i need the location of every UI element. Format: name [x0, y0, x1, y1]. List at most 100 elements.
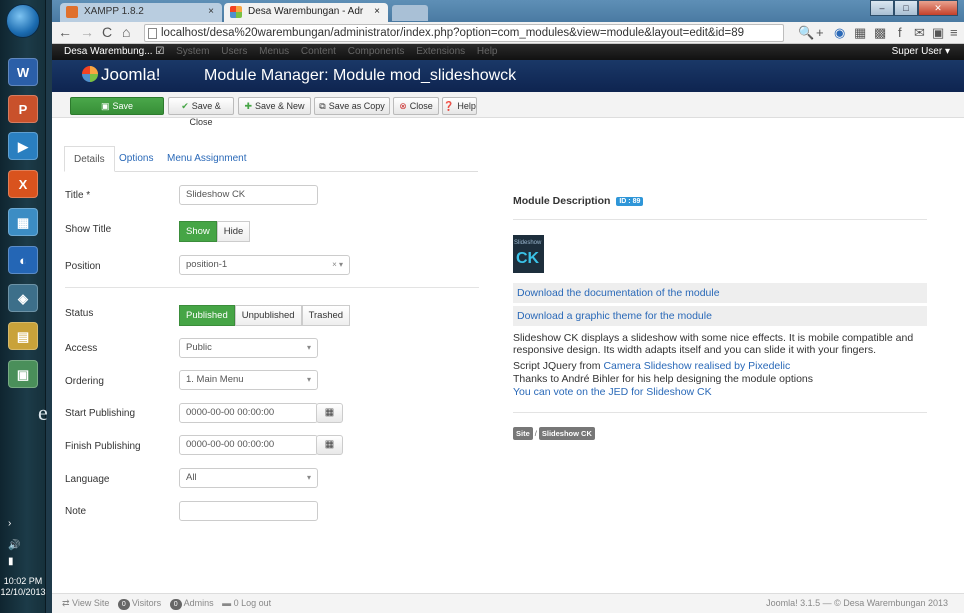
language-select[interactable]: All ▾ — [179, 468, 318, 488]
menu-content[interactable]: Content — [301, 46, 336, 57]
explorer-app-icon[interactable]: ▤ — [8, 322, 38, 350]
save-new-button[interactable]: ✚ Save & New — [238, 97, 311, 115]
media-app-icon[interactable]: ▶ — [8, 132, 38, 160]
tab-desa-warembungan[interactable]: Desa Warembungan - Adr × — [224, 3, 388, 22]
ordering-label: Ordering — [65, 376, 104, 387]
zoom-icon[interactable]: 🔍 — [798, 25, 814, 41]
vote-jed-link[interactable]: You can vote on the JED for Slideshow CK — [513, 386, 927, 398]
tab-menu-assignment[interactable]: Menu Assignment — [167, 146, 247, 172]
unpublished-option[interactable]: Unpublished — [234, 305, 302, 326]
tab-close-icon[interactable]: × — [208, 3, 214, 21]
finish-publishing-input[interactable]: 0000-00-00 00:00:00 — [179, 435, 318, 455]
facebook-icon[interactable]: f — [898, 25, 902, 40]
access-value: Public — [186, 342, 212, 353]
close-button[interactable]: ⊗ Close — [393, 97, 439, 115]
joomla-favicon — [230, 6, 242, 18]
status-toggle: Published Unpublished Trashed — [179, 305, 351, 326]
logout-link[interactable]: ▬ 0 Log out — [222, 598, 271, 608]
save-close-button[interactable]: ✔ Save & Close — [168, 97, 234, 127]
cancel-icon: ⊗ — [399, 101, 407, 111]
divider — [513, 219, 927, 220]
download-documentation-link[interactable]: Download the documentation of the module — [513, 283, 927, 303]
plus-icon: ✚ — [244, 101, 252, 111]
user-menu[interactable]: Super User ▾ — [892, 44, 950, 60]
extension-icon[interactable]: ▣ — [932, 25, 944, 41]
powerpoint-app-icon[interactable]: P — [8, 95, 38, 123]
visitors-count-badge: 0 — [117, 599, 130, 610]
download-theme-link[interactable]: Download a graphic theme for the module — [513, 306, 927, 326]
extension-icon[interactable]: ◉ — [834, 25, 845, 41]
title-input[interactable]: Slideshow CK — [179, 185, 318, 205]
system-clock[interactable]: 10:02 PM 12/10/2013 — [0, 576, 46, 598]
start-button[interactable] — [6, 4, 40, 38]
reload-icon[interactable]: C — [102, 24, 112, 40]
word-app-icon[interactable]: W — [8, 58, 38, 86]
position-select[interactable]: position-1 × ▾ — [179, 255, 350, 275]
tab-close-icon[interactable]: × — [374, 3, 380, 21]
start-publishing-input[interactable]: 0000-00-00 00:00:00 — [179, 403, 318, 423]
save-copy-button[interactable]: ⧉ Save as Copy — [314, 97, 390, 115]
clear-chevron-icon[interactable]: × ▾ — [332, 256, 343, 274]
show-option[interactable]: Show — [179, 221, 217, 242]
new-tab-button[interactable] — [392, 5, 428, 21]
url-input[interactable]: localhost/desa%20warembungan/administrat… — [144, 24, 784, 42]
form-tabs: Details Options Menu Assignment — [64, 146, 478, 172]
window-controls: – □ ✕ — [870, 0, 958, 16]
menu-help[interactable]: Help — [477, 46, 498, 57]
save-copy-label: Save as Copy — [328, 101, 385, 111]
view-site-link[interactable]: ⇄ View Site — [62, 598, 109, 608]
save-label: Save — [112, 101, 134, 111]
home-icon[interactable]: ⌂ — [122, 24, 130, 40]
ordering-select[interactable]: 1. Main Menu ▾ — [179, 370, 318, 390]
page-title: Module Manager: Module mod_slideshowck — [204, 67, 517, 84]
view-site-text: View Site — [72, 598, 110, 608]
site-link[interactable]: Desa Warembung... ☑ — [64, 46, 164, 57]
maximize-button[interactable]: □ — [894, 0, 918, 16]
back-icon[interactable]: ← — [58, 24, 72, 40]
menu-components[interactable]: Components — [348, 46, 405, 57]
minimize-button[interactable]: – — [870, 0, 894, 16]
menu-icon[interactable]: ≡ — [950, 25, 958, 40]
volume-icon[interactable]: 🔊 — [8, 540, 20, 551]
menu-users[interactable]: Users — [221, 46, 247, 57]
position-value: position-1 — [186, 259, 228, 270]
visitors-label: Visitors — [131, 598, 162, 608]
bookmark-add-icon[interactable]: + — [816, 25, 824, 40]
network-icon[interactable]: ▮ — [8, 556, 14, 567]
forward-icon[interactable]: → — [80, 24, 94, 40]
extension-icon[interactable]: ▩ — [874, 25, 886, 41]
show-hidden-icons[interactable]: › — [8, 518, 11, 529]
tab-details[interactable]: Details — [64, 146, 115, 172]
start-publishing-label: Start Publishing — [65, 408, 136, 419]
help-button[interactable]: ❓ Help — [442, 97, 477, 115]
close-window-button[interactable]: ✕ — [918, 0, 958, 16]
joomla-logo[interactable]: Joomla! — [82, 65, 161, 85]
description-text: Slideshow CK displays a slideshow with s… — [513, 332, 914, 356]
chrome-app-icon[interactable]: ◐ — [8, 246, 38, 274]
mail-icon[interactable]: ✉ — [914, 25, 925, 41]
camera-slideshow-link[interactable]: Camera Slideshow realised by Pixedelic — [603, 360, 790, 372]
menu-menus[interactable]: Menus — [259, 46, 289, 57]
published-option[interactable]: Published — [179, 305, 235, 326]
chevron-down-icon: ▾ — [306, 375, 311, 384]
save-button[interactable]: ▣ Save — [70, 97, 164, 115]
ordering-value: 1. Main Menu — [186, 374, 244, 385]
browser-tab-strip: XAMPP 1.8.2 × Desa Warembungan - Adr × –… — [52, 0, 964, 22]
crumb-separator: / — [534, 429, 537, 438]
menu-extensions[interactable]: Extensions — [416, 46, 465, 57]
tab-xampp[interactable]: XAMPP 1.8.2 × — [60, 3, 222, 22]
photo-app-icon[interactable]: ▣ — [8, 360, 38, 388]
trashed-option[interactable]: Trashed — [301, 305, 351, 326]
control-panel-icon[interactable]: ▦ — [8, 208, 38, 236]
save-close-label: Save & Close — [189, 101, 221, 127]
menu-system[interactable]: System — [176, 46, 209, 57]
settings-app-icon[interactable]: ◈ — [8, 284, 38, 312]
calendar-icon[interactable]: ▦ — [316, 403, 343, 423]
note-input[interactable] — [179, 501, 318, 521]
calendar-icon[interactable]: ▦ — [316, 435, 343, 455]
access-select[interactable]: Public ▾ — [179, 338, 318, 358]
tab-options[interactable]: Options — [119, 146, 153, 172]
extension-icon[interactable]: ▦ — [854, 25, 866, 41]
hide-option[interactable]: Hide — [216, 221, 251, 242]
xampp-app-icon[interactable]: X — [8, 170, 38, 198]
